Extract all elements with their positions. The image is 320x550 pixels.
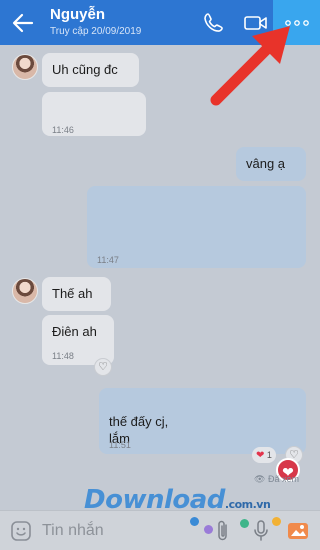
seen-status: 👁 Đã xem — [254, 474, 299, 484]
back-arrow-icon[interactable] — [10, 11, 36, 35]
message-text: vâng ạ — [246, 156, 286, 171]
message-bubble-incoming[interactable]: 11:46 — [42, 92, 146, 136]
reaction-count-badge[interactable]: ❤ 1 — [252, 447, 276, 463]
red-arrow-annotation — [210, 26, 290, 106]
message-composer: Tin nhắn — [0, 510, 320, 550]
message-bubble-outgoing[interactable]: thế đấy cj, lắm 11:51 — [99, 388, 306, 454]
message-time: 11:51 — [109, 440, 131, 450]
react-heart-button[interactable]: ♡ — [94, 358, 112, 376]
message-bubble-outgoing[interactable]: vâng ạ — [236, 147, 306, 181]
message-bubble-outgoing[interactable]: 11:47 — [87, 186, 306, 268]
contact-avatar[interactable] — [12, 54, 38, 80]
microphone-icon[interactable] — [253, 519, 269, 543]
message-text: Uh cũng đc — [52, 62, 118, 77]
eye-icon: 👁 — [254, 474, 266, 484]
message-input[interactable]: Tin nhắn — [42, 522, 104, 540]
message-bubble-incoming[interactable]: Uh cũng đc — [42, 53, 139, 87]
message-bubble-incoming[interactable]: Thế ah — [42, 277, 111, 311]
reaction-count: 1 — [266, 450, 272, 460]
attach-paperclip-icon[interactable] — [215, 519, 231, 543]
emoji-icon[interactable] — [10, 520, 32, 542]
message-time: 11:48 — [52, 351, 74, 361]
color-dot-decoration — [190, 517, 199, 526]
message-time: 11:47 — [97, 255, 119, 265]
message-text: Thế ah — [52, 286, 93, 301]
color-dot-decoration — [240, 519, 249, 528]
message-time: 11:46 — [52, 125, 74, 135]
photo-gallery-icon[interactable] — [287, 521, 309, 541]
color-dot-decoration — [272, 517, 281, 526]
contact-avatar[interactable] — [12, 278, 38, 304]
heart-icon: ❤ — [256, 450, 265, 461]
message-text: Điên ah — [52, 324, 97, 339]
color-dot-decoration — [204, 525, 213, 534]
contact-name[interactable]: Nguyễn — [50, 6, 105, 23]
last-seen-text: Truy cập 20/09/2019 — [50, 26, 142, 37]
